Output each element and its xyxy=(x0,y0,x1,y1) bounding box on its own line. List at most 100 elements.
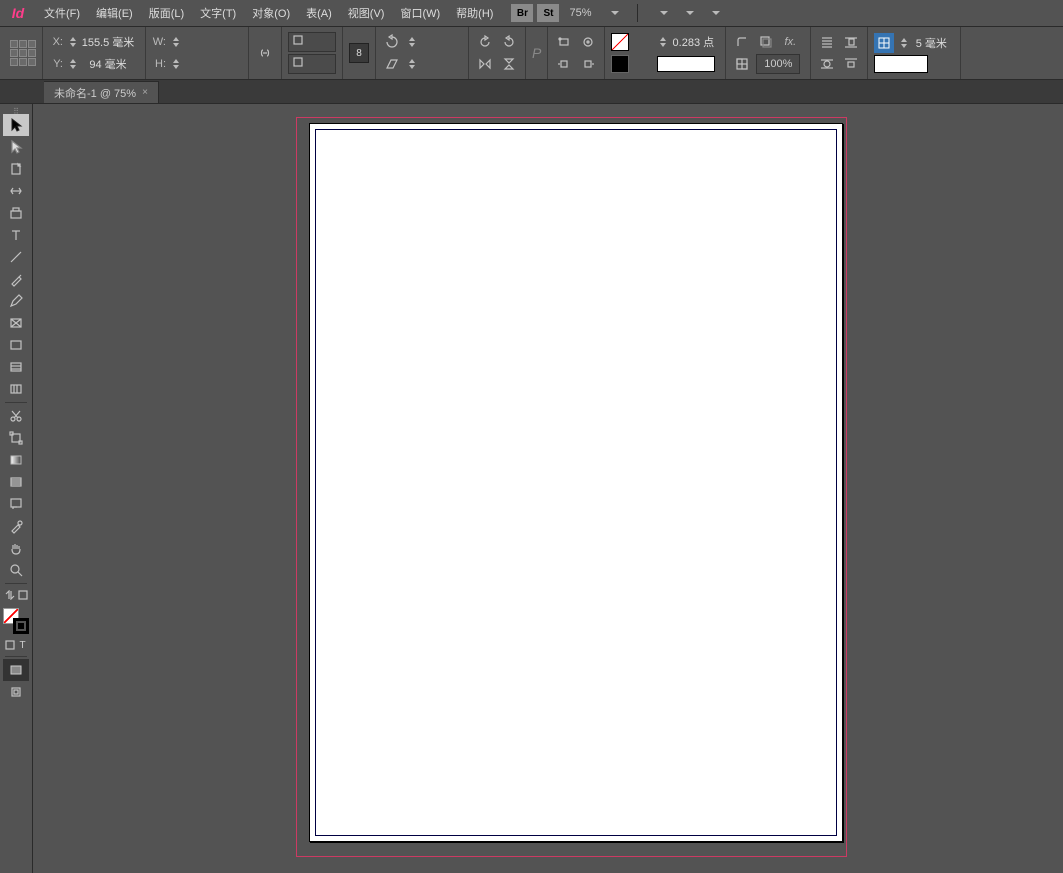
gradient-swatch-tool[interactable] xyxy=(3,449,29,471)
document-tab[interactable]: 未命名-1 @ 75% × xyxy=(44,81,159,103)
x-field[interactable]: 155.5 毫米 xyxy=(67,32,139,52)
flip-v-icon[interactable] xyxy=(499,54,519,74)
hand-tool[interactable] xyxy=(3,537,29,559)
fill-stroke-toggle[interactable] xyxy=(3,586,29,604)
scale-y-field[interactable] xyxy=(288,54,336,74)
menu-layout[interactable]: 版面(L) xyxy=(141,1,192,25)
select-container-icon[interactable] xyxy=(554,32,574,52)
select-content-icon[interactable] xyxy=(578,32,598,52)
view-options-icon[interactable] xyxy=(699,4,719,22)
rotate-ccw-icon[interactable] xyxy=(475,32,495,52)
pen-tool[interactable] xyxy=(3,268,29,290)
y-field[interactable]: 94 毫米 xyxy=(67,54,139,74)
stroke-swatch[interactable] xyxy=(611,55,629,73)
menu-table[interactable]: 表(A) xyxy=(298,1,340,25)
stroke-box[interactable] xyxy=(13,618,29,634)
stepper-icon[interactable] xyxy=(171,33,181,51)
wrap-shape-icon[interactable] xyxy=(817,54,837,74)
menu-window[interactable]: 窗口(W) xyxy=(392,1,448,25)
line-tool[interactable] xyxy=(3,246,29,268)
stroke-style-select[interactable] xyxy=(657,56,715,72)
stepper-icon[interactable] xyxy=(407,33,417,51)
format-affect-toggle[interactable]: T xyxy=(3,636,29,654)
canvas[interactable] xyxy=(33,104,1063,873)
opacity-field[interactable]: 100% xyxy=(756,54,800,74)
shear-field[interactable] xyxy=(406,54,462,74)
screen-mode-normal[interactable] xyxy=(3,659,29,681)
app-logo: Id xyxy=(6,3,30,23)
stepper-icon[interactable] xyxy=(899,34,909,52)
grid-size-field[interactable]: 5 毫米 xyxy=(898,33,954,53)
drop-shadow-icon[interactable] xyxy=(756,32,776,52)
scale-x-field[interactable] xyxy=(288,32,336,52)
text-icon[interactable]: T xyxy=(16,636,29,654)
fill-stroke-indicator[interactable] xyxy=(3,608,29,634)
select-next-icon[interactable] xyxy=(578,54,598,74)
rotate-shear-group xyxy=(376,27,469,79)
h-field[interactable] xyxy=(170,54,242,74)
flip-h-icon[interactable] xyxy=(475,54,495,74)
eyedropper-tool[interactable] xyxy=(3,515,29,537)
stepper-icon[interactable] xyxy=(68,33,78,51)
page[interactable] xyxy=(309,123,843,842)
stepper-icon[interactable] xyxy=(68,55,78,73)
p-group: P xyxy=(526,27,548,79)
menu-view[interactable]: 视图(V) xyxy=(340,1,393,25)
menu-help[interactable]: 帮助(H) xyxy=(448,1,501,25)
link-group xyxy=(249,27,282,79)
stepper-icon[interactable] xyxy=(658,33,668,51)
swap-icon[interactable] xyxy=(3,586,16,604)
direct-selection-tool[interactable] xyxy=(3,136,29,158)
stepper-icon[interactable] xyxy=(171,55,181,73)
shear-icon xyxy=(382,54,402,74)
color-swatch[interactable] xyxy=(874,55,928,73)
stroke-drop-icon[interactable] xyxy=(633,54,653,74)
rotate-field[interactable] xyxy=(406,32,462,52)
reference-point[interactable] xyxy=(10,40,36,66)
arrange-icon[interactable] xyxy=(647,4,667,22)
y-label: Y: xyxy=(49,58,63,70)
type-tool[interactable] xyxy=(3,224,29,246)
default-fill-icon[interactable] xyxy=(16,586,29,604)
pencil-tool[interactable] xyxy=(3,290,29,312)
fx-icon[interactable]: fx. xyxy=(780,32,800,52)
wrap-jump-icon[interactable] xyxy=(841,54,861,74)
selection-tool[interactable] xyxy=(3,114,29,136)
link-scale-icon[interactable]: 8 xyxy=(349,43,369,63)
menu-edit[interactable]: 编辑(E) xyxy=(88,1,141,25)
container-icon[interactable] xyxy=(3,636,16,654)
bridge-button[interactable]: Br xyxy=(511,4,533,22)
menu-object[interactable]: 对象(O) xyxy=(244,1,298,25)
corner-icon[interactable] xyxy=(732,32,752,52)
rectangle-tool[interactable] xyxy=(3,334,29,356)
grid-icon[interactable] xyxy=(874,33,894,53)
page-tool[interactable] xyxy=(3,158,29,180)
free-transform-tool[interactable] xyxy=(3,427,29,449)
stroke-weight-field[interactable]: 0.283 点 xyxy=(657,32,719,52)
gradient-feather-tool[interactable] xyxy=(3,471,29,493)
fill-drop-icon[interactable] xyxy=(633,32,653,52)
select-prev-icon[interactable] xyxy=(554,54,574,74)
screen-mode-icon[interactable] xyxy=(673,4,693,22)
w-field[interactable] xyxy=(170,32,242,52)
note-tool[interactable] xyxy=(3,493,29,515)
constrain-icon[interactable] xyxy=(255,43,275,63)
content-collector-tool[interactable] xyxy=(3,202,29,224)
zoom-select[interactable]: 75% xyxy=(569,7,619,19)
horizontal-grid-tool[interactable] xyxy=(3,356,29,378)
screen-mode-preview[interactable] xyxy=(3,681,29,703)
zoom-tool[interactable] xyxy=(3,559,29,581)
close-icon[interactable]: × xyxy=(142,87,148,98)
rotate-cw-icon[interactable] xyxy=(499,32,519,52)
rectangle-frame-tool[interactable] xyxy=(3,312,29,334)
gap-tool[interactable] xyxy=(3,180,29,202)
menu-type[interactable]: 文字(T) xyxy=(192,1,244,25)
wrap-none-icon[interactable] xyxy=(817,32,837,52)
vertical-grid-tool[interactable] xyxy=(3,378,29,400)
fill-swatch[interactable] xyxy=(611,33,629,51)
stepper-icon[interactable] xyxy=(407,55,417,73)
wrap-bound-icon[interactable] xyxy=(841,32,861,52)
stock-button[interactable]: St xyxy=(537,4,559,22)
menu-file[interactable]: 文件(F) xyxy=(36,1,88,25)
scissors-tool[interactable] xyxy=(3,405,29,427)
